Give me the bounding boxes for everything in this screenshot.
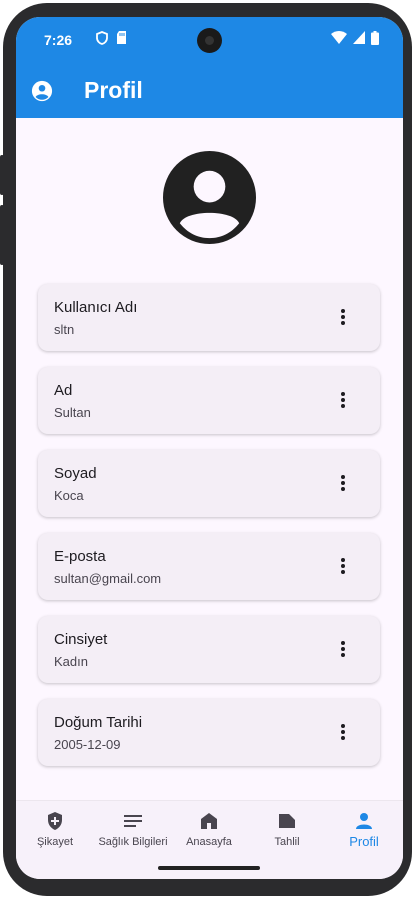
nav-label: Sağlık Bilgileri [98, 836, 168, 848]
field-value: Koca [54, 488, 84, 503]
field-value: Kadın [54, 654, 88, 669]
field-value: sltn [54, 322, 75, 337]
field-value: 2005-12-09 [54, 737, 121, 752]
app-bar: Profil [16, 65, 403, 118]
field-label: E-posta [54, 548, 106, 565]
nav-label: Tahlil [274, 836, 300, 848]
field-value: Sultan [54, 405, 91, 420]
home-indicator[interactable] [158, 866, 260, 870]
nav-label: Profil [349, 834, 379, 849]
nav-label: Şikayet [36, 836, 74, 848]
screen: 7:26 Profil Kullanıcı Adı sltn Ad Sultan… [16, 17, 403, 879]
status-time: 7:26 [44, 32, 73, 48]
nav-label: Anasayfa [186, 836, 232, 848]
account-circle-icon [162, 150, 257, 245]
profile-field-birth-date[interactable]: Doğum Tarihi 2005-12-09 [38, 699, 380, 766]
field-label: Kullanıcı Adı [54, 299, 138, 316]
sd-card-icon [117, 31, 126, 44]
more-vert-icon[interactable] [340, 391, 346, 409]
volume-button [0, 155, 4, 195]
battery-icon [371, 31, 379, 45]
shield-plus-icon [48, 812, 62, 830]
profile-field-last-name[interactable]: Soyad Koca [38, 450, 380, 517]
field-label: Ad [54, 382, 73, 399]
page-title: Profil [84, 77, 143, 103]
home-icon [201, 813, 217, 829]
profile-field-email[interactable]: E-posta sultan@gmail.com [38, 533, 380, 600]
field-value: sultan@gmail.com [54, 571, 162, 586]
front-camera [197, 28, 222, 53]
nav-item-saglik-bilgileri[interactable]: Sağlık Bilgileri [94, 801, 172, 861]
list-icon [124, 815, 142, 827]
field-label: Cinsiyet [54, 631, 108, 648]
nav-item-tahlil[interactable]: Tahlil [248, 801, 326, 861]
status-bar: 7:26 [16, 17, 403, 65]
more-vert-icon[interactable] [340, 308, 346, 326]
label-icon [279, 814, 295, 828]
more-vert-icon[interactable] [340, 557, 346, 575]
wifi-icon [331, 31, 347, 44]
more-vert-icon[interactable] [340, 474, 346, 492]
signal-icon [353, 31, 365, 44]
more-vert-icon[interactable] [340, 723, 346, 741]
person-icon [356, 813, 372, 829]
profile-field-username[interactable]: Kullanıcı Adı sltn [38, 284, 380, 351]
more-vert-icon[interactable] [340, 640, 346, 658]
profile-field-first-name[interactable]: Ad Sultan [38, 367, 380, 434]
nav-item-anasayfa[interactable]: Anasayfa [170, 801, 248, 861]
account-circle-icon[interactable] [31, 80, 53, 102]
profile-field-gender[interactable]: Cinsiyet Kadın [38, 616, 380, 683]
power-button [0, 205, 4, 265]
field-label: Doğum Tarihi [54, 714, 143, 731]
nav-item-sikayet[interactable]: Şikayet [16, 801, 94, 861]
nav-item-profil[interactable]: Profil [325, 801, 403, 861]
field-label: Soyad [54, 465, 97, 482]
shield-icon [96, 31, 108, 45]
